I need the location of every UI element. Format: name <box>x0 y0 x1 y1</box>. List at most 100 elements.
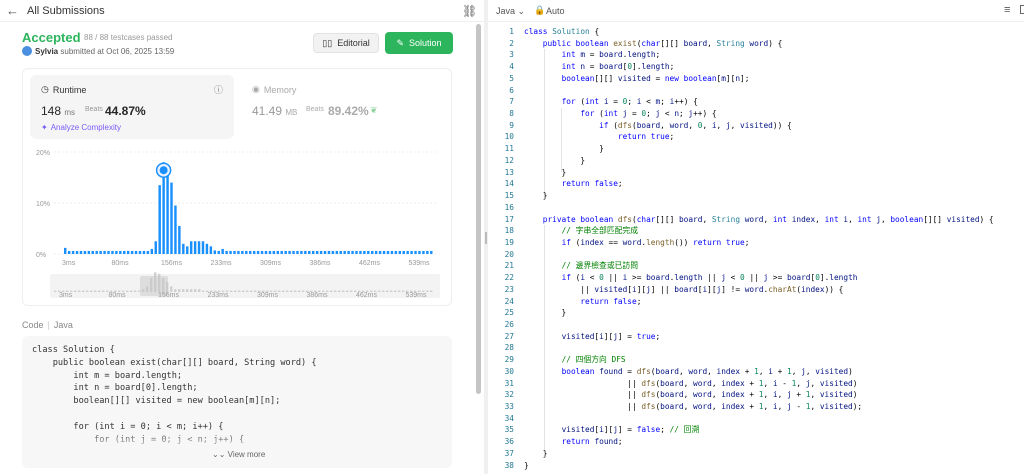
auto-mode[interactable]: Auto <box>546 6 565 16</box>
overview-bar <box>302 290 305 292</box>
runtime-bar <box>170 182 173 254</box>
runtime-bar <box>146 250 150 254</box>
line-number: 24 <box>504 296 514 306</box>
runtime-bar <box>402 250 405 254</box>
overview-bar <box>234 290 237 292</box>
format-icon[interactable]: ≡ <box>1004 4 1010 16</box>
code-editor[interactable]: class Solution { public boolean exist(ch… <box>524 26 994 471</box>
runtime-bar <box>323 250 327 254</box>
line-number: 38 <box>504 460 514 470</box>
runtime-bar <box>347 250 350 254</box>
editorial-button[interactable]: ▯▯ Editorial <box>313 33 379 53</box>
overview-bar <box>202 290 205 292</box>
memory-beats-label: Beats <box>306 106 324 113</box>
runtime-bar <box>221 248 224 254</box>
runtime-bar <box>374 250 378 254</box>
line-number: 20 <box>504 249 514 259</box>
overview-bar <box>90 290 93 292</box>
line-number: 2 <box>509 38 514 48</box>
overview-bar <box>330 290 333 292</box>
runtime-bar <box>288 250 291 254</box>
line-number: 11 <box>504 144 514 154</box>
code-editor-panel: Java ⌄ 🔒 Auto ≡ 1 2 3 4 5 6 7 8 9 10 11 12 13 14 15 16 1… <box>488 0 1024 474</box>
overview-bar <box>402 290 405 292</box>
edit-icon: ✎ <box>396 37 404 48</box>
overview-bar <box>82 290 85 292</box>
view-more-button[interactable]: ⌄⌄ View more <box>212 450 265 459</box>
line-number: 19 <box>504 237 514 247</box>
runtime-bar <box>166 167 169 254</box>
runtime-bar <box>107 250 110 254</box>
runtime-bar <box>339 250 342 254</box>
runtime-bar <box>201 241 205 254</box>
runtime-bar <box>363 250 366 254</box>
memory-icon: ◉ <box>252 84 260 94</box>
analyze-complexity-link[interactable]: ✦ Analyze Complexity <box>41 123 121 132</box>
overview-bar <box>102 290 105 292</box>
runtime-bar <box>300 250 303 254</box>
runtime-bar <box>115 250 118 254</box>
username[interactable]: Sylvia <box>35 47 58 56</box>
runtime-bar <box>111 250 114 254</box>
x-tick-label: 462ms <box>359 260 381 267</box>
submitted-time: submitted at Oct 06, 2025 13:59 <box>60 47 175 56</box>
line-number: 10 <box>504 132 514 142</box>
all-submissions-link[interactable]: All Submissions <box>27 5 105 17</box>
runtime-bar <box>418 250 421 254</box>
runtime-bar <box>335 250 339 254</box>
overview-bar <box>54 290 57 292</box>
line-number: 5 <box>509 73 514 83</box>
runtime-distribution-chart[interactable]: 20% 10% 0% 3ms 80ms 156ms 233ms 309ms 386ms 462ms… <box>22 144 452 304</box>
memory-label[interactable]: ◉ Memory <box>252 84 296 95</box>
avatar[interactable] <box>22 46 32 56</box>
link-icon[interactable]: ⛓ <box>462 4 477 18</box>
line-number: 13 <box>504 167 514 177</box>
runtime-bar <box>229 250 232 254</box>
editor-toolbar: Java ⌄ 🔒 Auto ≡ <box>488 0 1024 22</box>
overview-bar <box>246 290 249 292</box>
line-number: 30 <box>504 366 514 376</box>
overview-tick-label: 386ms <box>307 292 329 299</box>
line-number: 6 <box>509 85 514 95</box>
line-numbers: 1 2 3 4 5 6 7 8 9 10 11 12 13 14 15 16 17 18 19 20 21 22 23 24 2… <box>488 26 514 471</box>
x-tick-label: 233ms <box>211 260 233 267</box>
overview-bar <box>382 290 385 292</box>
runtime-bar <box>67 250 71 254</box>
line-number: 12 <box>504 155 514 165</box>
solution-button[interactable]: ✎ Solution <box>385 32 453 54</box>
runtime-bar <box>237 250 240 254</box>
info-icon[interactable]: ⓘ <box>214 83 223 96</box>
overview-bar <box>190 289 193 292</box>
overview-tick-label: 309ms <box>257 292 279 299</box>
line-number: 15 <box>504 191 514 201</box>
memory-value: 41.49 MB <box>252 104 298 118</box>
runtime-bar <box>138 250 142 254</box>
overview-bar <box>386 290 389 292</box>
overview-bar <box>186 289 189 292</box>
left-scrollbar[interactable] <box>476 24 481 394</box>
language-select[interactable]: Java ⌄ <box>496 6 525 17</box>
x-tick-label: 80ms <box>112 260 130 267</box>
overview-bar <box>430 290 433 292</box>
runtime-bar <box>394 250 398 254</box>
code-fade <box>22 428 452 468</box>
runtime-bar <box>178 225 181 254</box>
runtime-label: ◷ Runtime <box>41 84 87 95</box>
back-arrow-icon[interactable]: ← <box>6 3 19 18</box>
runtime-bar <box>126 250 130 254</box>
x-tick-label: 3ms <box>62 260 76 267</box>
overview-bar <box>134 290 137 292</box>
overview-tick-label: 80ms <box>109 292 127 299</box>
expand-icon[interactable] <box>1020 5 1024 14</box>
runtime-value: 148 ms <box>41 104 76 118</box>
line-number: 31 <box>504 378 514 388</box>
runtime-bar <box>119 250 122 254</box>
runtime-bar <box>83 250 87 254</box>
overview-tick-label: 156ms <box>158 292 180 299</box>
submission-info: Sylvia submitted at Oct 06, 2025 13:59 <box>35 47 174 56</box>
runtime-bar <box>71 250 75 254</box>
status-accepted: Accepted <box>22 30 81 45</box>
x-tick-label: 539ms <box>409 260 431 267</box>
line-number: 4 <box>509 62 514 72</box>
overview-bar <box>238 290 241 292</box>
